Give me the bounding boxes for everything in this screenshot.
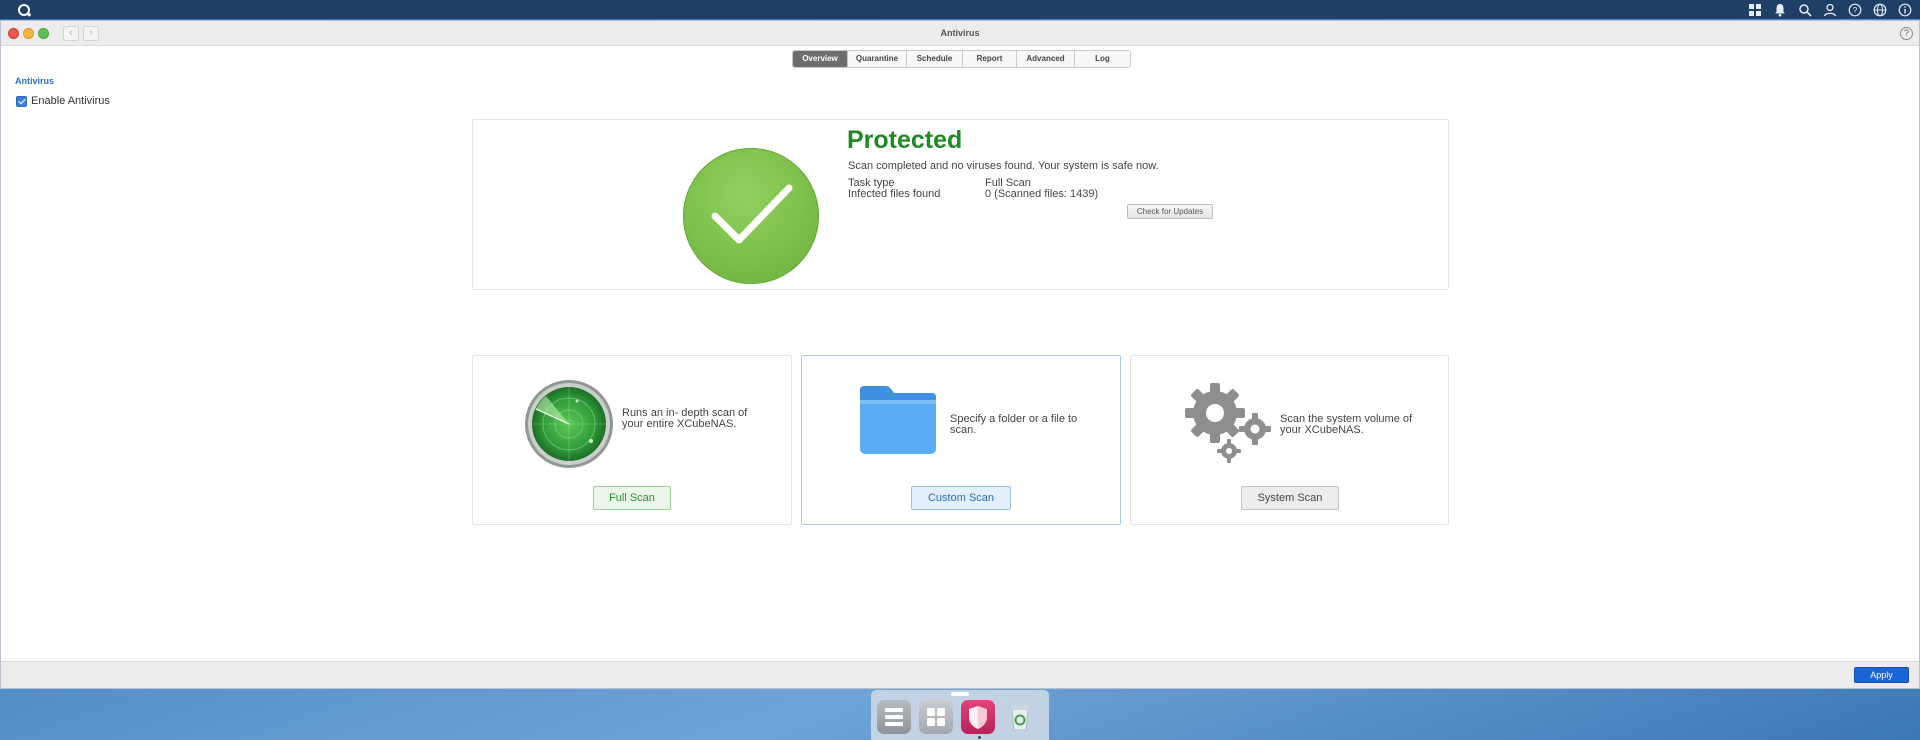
tab-schedule[interactable]: Schedule xyxy=(907,51,963,67)
svg-text:?: ? xyxy=(1852,6,1857,15)
help-icon[interactable]: ? xyxy=(1847,2,1862,17)
notification-bell-icon[interactable] xyxy=(1772,2,1787,17)
full-scan-card[interactable]: Runs an in- depth scan of your entire XC… xyxy=(472,355,792,525)
status-title: Protected xyxy=(847,126,963,154)
recycle-bin-icon[interactable] xyxy=(1003,700,1037,734)
infected-files-label: Infected files found xyxy=(848,188,941,200)
full-scan-description: Runs an in- depth scan of your entire XC… xyxy=(622,407,748,430)
user-icon[interactable] xyxy=(1822,2,1837,17)
tab-report[interactable]: Report xyxy=(963,51,1017,67)
system-scan-description: Scan the system volume of your XCubeNAS. xyxy=(1280,413,1413,436)
tab-advanced[interactable]: Advanced xyxy=(1017,51,1075,67)
search-icon[interactable] xyxy=(1797,2,1812,17)
custom-scan-card[interactable]: Specify a folder or a file to scan. Cust… xyxy=(801,355,1121,525)
enable-antivirus-checkbox[interactable]: Enable Antivirus xyxy=(16,95,110,107)
protected-checkmark-icon xyxy=(683,148,819,284)
app-grid-icon[interactable] xyxy=(919,700,953,734)
window-help-icon[interactable]: ? xyxy=(1900,27,1913,40)
check-for-updates-button[interactable]: Check for Updates xyxy=(1127,204,1213,219)
window-titlebar: ‹ › Antivirus ? xyxy=(1,21,1919,46)
active-app-indicator xyxy=(978,736,981,739)
apply-button[interactable]: Apply xyxy=(1854,667,1909,683)
infected-files-value: 0 (Scanned files: 1439) xyxy=(985,188,1099,200)
language-globe-icon[interactable] xyxy=(1872,2,1887,17)
window-title: Antivirus xyxy=(940,28,980,38)
section-title: Antivirus xyxy=(15,76,55,86)
tab-overview[interactable]: Overview xyxy=(793,51,848,67)
protection-status-panel: Protected Scan completed and no viruses … xyxy=(472,119,1449,290)
checkbox-checked-icon[interactable] xyxy=(16,95,27,107)
system-menu-bar: ? xyxy=(0,0,1920,19)
enable-antivirus-label: Enable Antivirus xyxy=(31,95,110,107)
info-icon[interactable] xyxy=(1897,2,1912,17)
radar-icon xyxy=(524,379,614,469)
task-manager-icon[interactable] xyxy=(1747,2,1762,17)
window-footer: Apply xyxy=(1,661,1919,688)
antivirus-shield-icon[interactable] xyxy=(961,700,995,734)
gears-icon xyxy=(1181,379,1273,465)
qnap-logo-icon[interactable] xyxy=(18,3,30,16)
custom-scan-button[interactable]: Custom Scan xyxy=(911,486,1011,510)
storage-manager-icon[interactable] xyxy=(877,700,911,734)
tab-log[interactable]: Log xyxy=(1075,51,1130,67)
system-scan-card[interactable]: Scan the system volume of your XCubeNAS.… xyxy=(1130,355,1449,525)
status-description: Scan completed and no viruses found. You… xyxy=(848,160,1159,172)
custom-scan-description: Specify a folder or a file to scan. xyxy=(950,413,1078,436)
system-scan-button[interactable]: System Scan xyxy=(1241,486,1339,510)
scan-details: Task type Full Scan Infected files found… xyxy=(848,178,1098,200)
full-scan-button[interactable]: Full Scan xyxy=(593,486,671,510)
dock-handle[interactable] xyxy=(951,692,969,696)
tab-bar: Overview Quarantine Schedule Report Adva… xyxy=(792,50,1131,68)
taskbar-dock xyxy=(871,690,1049,740)
folder-icon xyxy=(858,384,938,456)
antivirus-window: ‹ › Antivirus ? Overview Quarantine Sche… xyxy=(0,20,1920,689)
tab-quarantine[interactable]: Quarantine xyxy=(848,51,907,67)
